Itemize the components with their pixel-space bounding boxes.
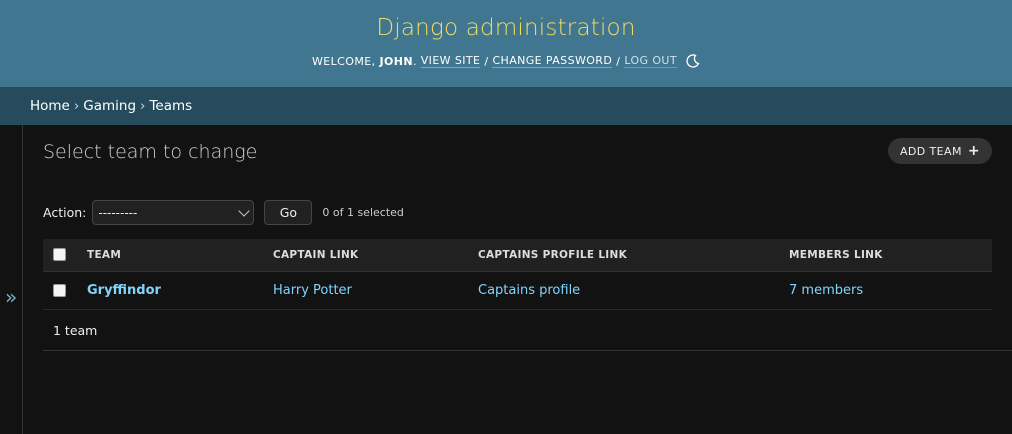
- view-site-link[interactable]: VIEW SITE: [420, 54, 481, 68]
- results-table: TEAM CAPTAIN LINK CAPTAINS PROFILE LINK …: [43, 239, 992, 310]
- action-select-value: ---------: [98, 205, 138, 220]
- column-header-team[interactable]: TEAM: [87, 239, 273, 272]
- user-tools-separator: /: [484, 54, 489, 68]
- results-table-wrapper: TEAM CAPTAIN LINK CAPTAINS PROFILE LINK …: [43, 239, 992, 310]
- select-all-checkbox[interactable]: [53, 248, 66, 262]
- captain-cell: Harry Potter: [273, 271, 478, 310]
- row-select-cell: [43, 271, 87, 310]
- action-counter: 0 of 1 selected: [322, 206, 404, 219]
- column-header-captains-profile-link: CAPTAINS PROFILE LINK: [478, 239, 789, 272]
- row-select-checkbox[interactable]: [53, 283, 66, 297]
- breadcrumb: Home › Gaming › Teams: [0, 87, 1012, 125]
- go-button[interactable]: Go: [264, 200, 313, 225]
- username-suffix: .: [412, 54, 417, 68]
- add-team-label: ADD TEAM: [900, 144, 962, 158]
- team-link[interactable]: Gryffindor: [87, 283, 161, 298]
- plus-icon: +: [967, 143, 980, 159]
- nav-sidebar-toggle[interactable]: »: [0, 125, 23, 434]
- add-team-button[interactable]: ADD TEAM +: [888, 138, 992, 164]
- breadcrumb-home[interactable]: Home: [30, 98, 70, 114]
- log-out-link[interactable]: LOG OUT: [624, 54, 677, 68]
- page-title: Select team to change: [43, 141, 258, 163]
- breadcrumb-separator: ›: [140, 98, 146, 114]
- double-chevron-right-icon[interactable]: »: [5, 287, 17, 307]
- breadcrumb-current: Teams: [149, 98, 193, 114]
- change-password-link[interactable]: CHANGE PASSWORD: [492, 54, 613, 68]
- team-cell: Gryffindor: [87, 271, 273, 310]
- captains-profile-link[interactable]: Captains profile: [478, 283, 580, 298]
- action-select[interactable]: ---------: [92, 200, 255, 225]
- members-link[interactable]: 7 members: [789, 283, 863, 298]
- action-label: Action:: [43, 205, 87, 220]
- main-area: » Select team to change ADD TEAM + Actio…: [0, 125, 1012, 434]
- welcome-text: WELCOME,: [312, 54, 376, 68]
- captains-profile-cell: Captains profile: [478, 271, 789, 310]
- table-row: Gryffindor Harry Potter Captains profile…: [43, 271, 992, 310]
- captain-link[interactable]: Harry Potter: [273, 283, 352, 298]
- select-all-header: [43, 239, 87, 272]
- user-tools-separator: /: [616, 54, 621, 68]
- theme-toggle-moon-icon[interactable]: [686, 54, 700, 68]
- column-header-members-link: MEMBERS LINK: [789, 239, 992, 272]
- members-cell: 7 members: [789, 271, 992, 310]
- site-title[interactable]: Django administration: [0, 15, 1012, 41]
- actions-bar: Action: --------- Go 0 of 1 selected: [43, 200, 404, 225]
- user-tools: WELCOME, JOHN. VIEW SITE / CHANGE PASSWO…: [0, 54, 1012, 68]
- site-header: Django administration WELCOME, JOHN. VIE…: [0, 0, 1012, 87]
- result-count: 1 team: [53, 323, 98, 338]
- chevron-down-icon: [238, 204, 251, 217]
- breadcrumb-separator: ›: [73, 98, 80, 114]
- breadcrumb-gaming[interactable]: Gaming: [83, 98, 136, 114]
- table-header-row: TEAM CAPTAIN LINK CAPTAINS PROFILE LINK …: [43, 239, 992, 272]
- username: JOHN: [379, 54, 413, 68]
- paginator: 1 team: [43, 311, 1012, 351]
- column-header-captain-link: CAPTAIN LINK: [273, 239, 478, 272]
